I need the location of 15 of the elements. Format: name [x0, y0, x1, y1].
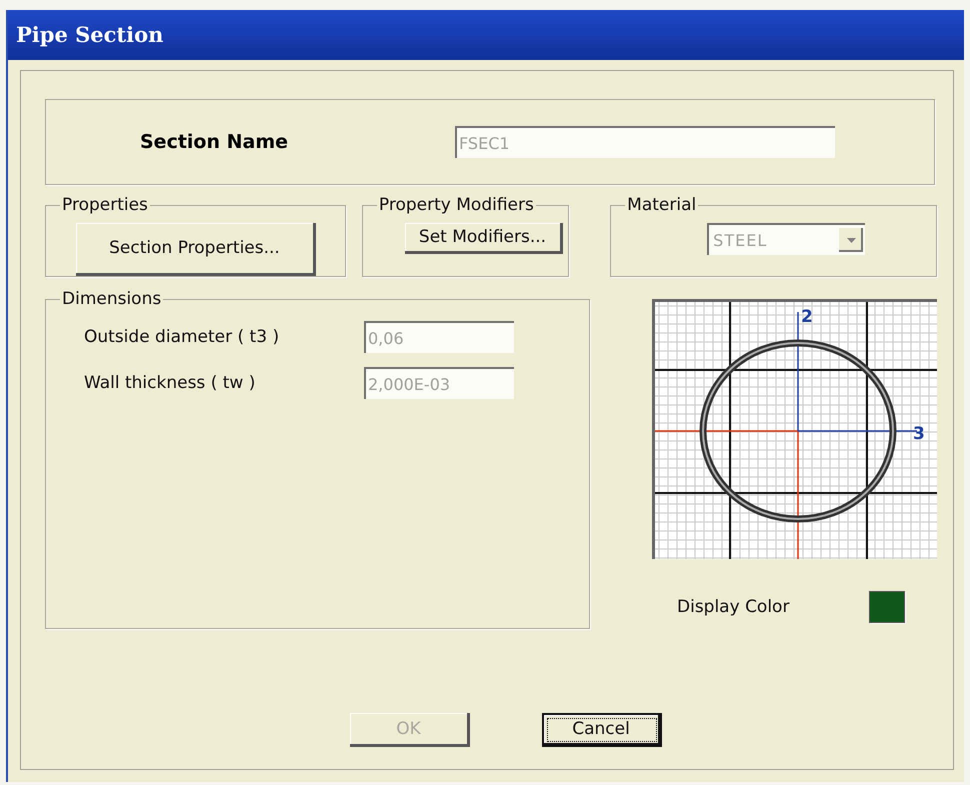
axis-label: 2: [801, 307, 813, 327]
field-label: Wall thickness ( tw ): [84, 373, 256, 393]
field-label: Display Color: [677, 597, 790, 617]
dialog-button[interactable]: Cancel: [542, 713, 662, 747]
group-title: Dimensions: [61, 289, 162, 309]
group-title: Property Modifiers: [378, 195, 535, 215]
section-properties-button[interactable]: Section Properties...: [76, 223, 316, 276]
group-title: Material: [626, 195, 698, 215]
window-title: Pipe Section: [8, 10, 964, 60]
axis-label: 3: [913, 424, 925, 444]
set-modifiers-button[interactable]: Set Modifiers...: [404, 223, 564, 254]
group-title: Properties: [61, 195, 149, 215]
field-label: Section Name: [140, 131, 290, 153]
field-label: Outside diameter ( t3 ): [84, 327, 280, 347]
color-swatch[interactable]: [869, 591, 905, 623]
